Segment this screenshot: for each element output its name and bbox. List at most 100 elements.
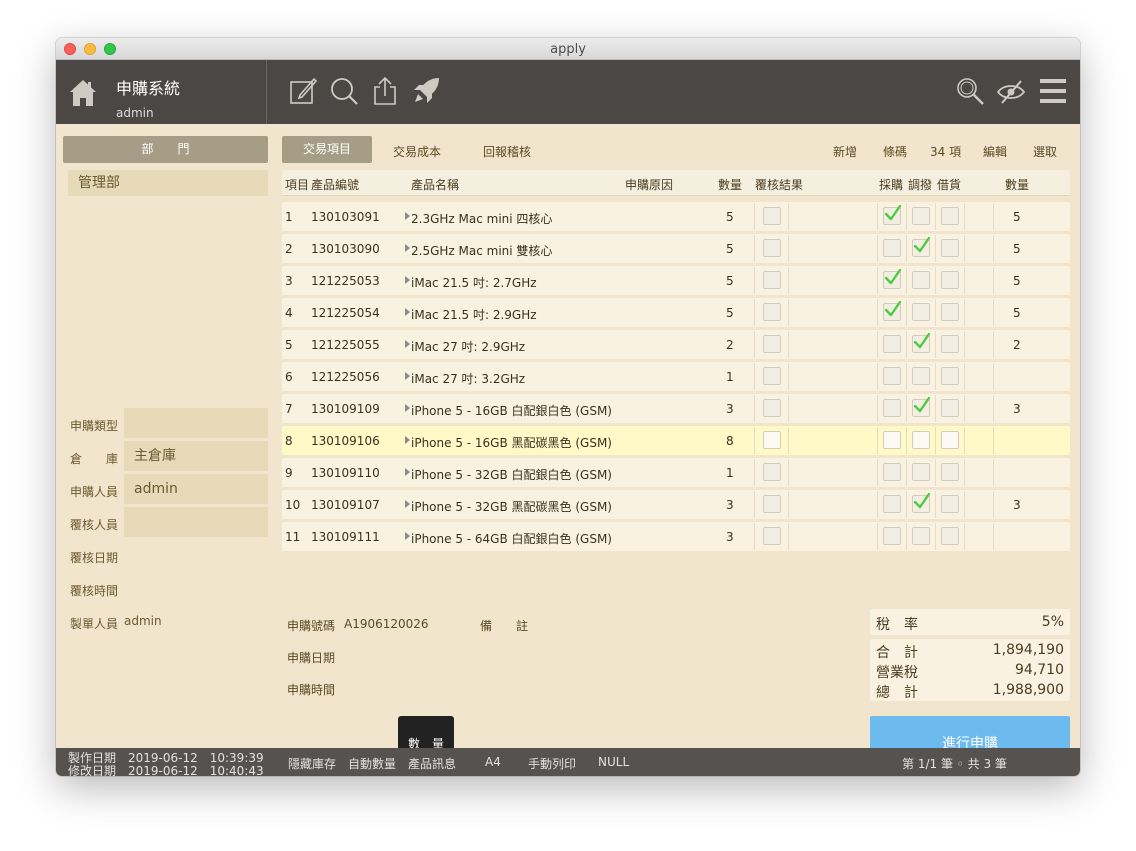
column-divider (964, 523, 965, 550)
home-icon[interactable] (68, 78, 98, 108)
chevron-right-icon[interactable] (405, 308, 410, 316)
borrow-checkbox[interactable] (941, 335, 959, 353)
transfer-checkbox[interactable] (912, 463, 930, 481)
purchase-checkbox[interactable] (883, 269, 901, 289)
purchase-checkbox[interactable] (883, 399, 901, 417)
department-item-management[interactable]: 管理部 (68, 170, 268, 196)
add-button[interactable]: 新增 (833, 143, 857, 160)
transfer-checkbox[interactable] (912, 527, 930, 545)
menu-icon[interactable] (1038, 76, 1068, 106)
column-header: 產品名稱 (411, 178, 460, 192)
table-row[interactable]: 9 130109110 iPhone 5 - 32GB 白配銀白色 (GSM) 1 (282, 458, 1070, 487)
review-checkbox[interactable] (763, 239, 781, 257)
purchase-checkbox[interactable] (883, 495, 901, 513)
table-row[interactable]: 4 121225054 iMac 21.5 吋: 2.9GHz 5 5 (282, 298, 1070, 327)
purchase-checkbox[interactable] (883, 335, 901, 353)
review-checkbox[interactable] (763, 335, 781, 353)
auto-quantity-button[interactable]: 自動數量 (348, 755, 396, 772)
search-icon[interactable] (955, 76, 985, 106)
order-no-value: A1906120026 (344, 617, 429, 631)
table-row[interactable]: 11 130109111 iPhone 5 - 64GB 白配銀白色 (GSM) 3 (282, 522, 1070, 551)
purchase-checkbox[interactable] (883, 239, 901, 257)
share-icon[interactable] (370, 76, 400, 106)
review-checkbox[interactable] (763, 399, 781, 417)
review-checkbox[interactable] (763, 463, 781, 481)
chevron-right-icon[interactable] (405, 212, 410, 220)
field-label: 倉 庫 (70, 452, 119, 466)
chevron-right-icon[interactable] (405, 372, 410, 380)
row-quantity: 3 (726, 498, 734, 512)
eye-slash-icon[interactable] (996, 76, 1026, 106)
borrow-checkbox[interactable] (941, 399, 959, 417)
field-review-time: 覆核時間 (63, 573, 268, 603)
chevron-right-icon[interactable] (405, 244, 410, 252)
borrow-checkbox[interactable] (941, 463, 959, 481)
borrow-checkbox[interactable] (941, 495, 959, 513)
review-checkbox[interactable] (763, 367, 781, 385)
transfer-checkbox[interactable] (912, 333, 930, 353)
purchase-checkbox[interactable] (883, 301, 901, 321)
transfer-checkbox[interactable] (912, 207, 930, 225)
borrow-checkbox[interactable] (941, 239, 959, 257)
paper-size-button[interactable]: A4 (485, 755, 501, 769)
transfer-checkbox[interactable] (912, 367, 930, 385)
requester-field[interactable]: admin (124, 474, 268, 504)
table-row[interactable]: 5 121225055 iMac 27 吋: 2.9GHz 2 2 (282, 330, 1070, 359)
tab-report-audit[interactable]: 回報稽核 (483, 143, 531, 160)
rocket-icon[interactable] (411, 76, 441, 106)
table-row[interactable]: 1 130103091 2.3GHz Mac mini 四核心 5 5 (282, 202, 1070, 231)
table-row[interactable]: 6 121225056 iMac 27 吋: 3.2GHz 1 (282, 362, 1070, 391)
chevron-right-icon[interactable] (405, 532, 410, 540)
department-header-button[interactable]: 部 門 (63, 136, 268, 163)
allocated-quantity: 2 (1013, 338, 1021, 352)
borrow-checkbox[interactable] (941, 367, 959, 385)
purchase-checkbox[interactable] (883, 367, 901, 385)
review-checkbox[interactable] (763, 303, 781, 321)
chevron-right-icon[interactable] (405, 404, 410, 412)
product-info-button[interactable]: 產品訊息 (408, 755, 456, 772)
purchase-checkbox[interactable] (883, 463, 901, 481)
table-row[interactable]: 7 130109109 iPhone 5 - 16GB 白配銀白色 (GSM) 3 3 (282, 394, 1070, 423)
purchase-checkbox[interactable] (883, 205, 901, 225)
transfer-checkbox[interactable] (912, 431, 930, 449)
chevron-right-icon[interactable] (405, 500, 410, 508)
transfer-checkbox[interactable] (912, 237, 930, 257)
review-checkbox[interactable] (763, 431, 781, 449)
transfer-checkbox[interactable] (912, 303, 930, 321)
borrow-checkbox[interactable] (941, 271, 959, 289)
select-button[interactable]: 選取 (1033, 143, 1057, 160)
chevron-right-icon[interactable] (405, 276, 410, 284)
chevron-right-icon[interactable] (405, 340, 410, 348)
search-icon[interactable] (329, 76, 359, 106)
edit-icon[interactable] (288, 76, 318, 106)
table-row[interactable]: 2 130103090 2.5GHz Mac mini 雙核心 5 5 (282, 234, 1070, 263)
borrow-checkbox[interactable] (941, 527, 959, 545)
chevron-right-icon[interactable] (405, 468, 410, 476)
warehouse-field[interactable]: 主倉庫 (124, 441, 268, 471)
edit-button[interactable]: 編輯 (983, 143, 1007, 160)
purchase-checkbox[interactable] (883, 431, 901, 449)
purchase-checkbox[interactable] (883, 527, 901, 545)
tab-transaction-cost[interactable]: 交易成本 (393, 143, 441, 160)
transfer-checkbox[interactable] (912, 271, 930, 289)
purchase-type-field[interactable] (124, 408, 268, 438)
table-row[interactable]: 8 130109106 iPhone 5 - 16GB 黑配碳黑色 (GSM) 8 (282, 426, 1070, 455)
reviewer-field[interactable] (124, 507, 268, 537)
tab-transaction-items[interactable]: 交易項目 (282, 136, 372, 163)
review-checkbox[interactable] (763, 527, 781, 545)
manual-print-button[interactable]: 手動列印 (528, 755, 576, 772)
barcode-button[interactable]: 條碼 (883, 143, 907, 160)
transfer-checkbox[interactable] (912, 493, 930, 513)
transfer-checkbox[interactable] (912, 397, 930, 417)
hide-stock-button[interactable]: 隱藏庫存 (288, 755, 336, 772)
table-row[interactable]: 10 130109107 iPhone 5 - 32GB 黑配碳黑色 (GSM) 3 3 (282, 490, 1070, 519)
borrow-checkbox[interactable] (941, 303, 959, 321)
chevron-right-icon[interactable] (405, 436, 410, 444)
table-row[interactable]: 3 121225053 iMac 21.5 吋: 2.7GHz 5 5 (282, 266, 1070, 295)
tax-rate-box: 稅 率 5% (870, 609, 1070, 635)
borrow-checkbox[interactable] (941, 207, 959, 225)
borrow-checkbox[interactable] (941, 431, 959, 449)
review-checkbox[interactable] (763, 495, 781, 513)
review-checkbox[interactable] (763, 271, 781, 289)
review-checkbox[interactable] (763, 207, 781, 225)
